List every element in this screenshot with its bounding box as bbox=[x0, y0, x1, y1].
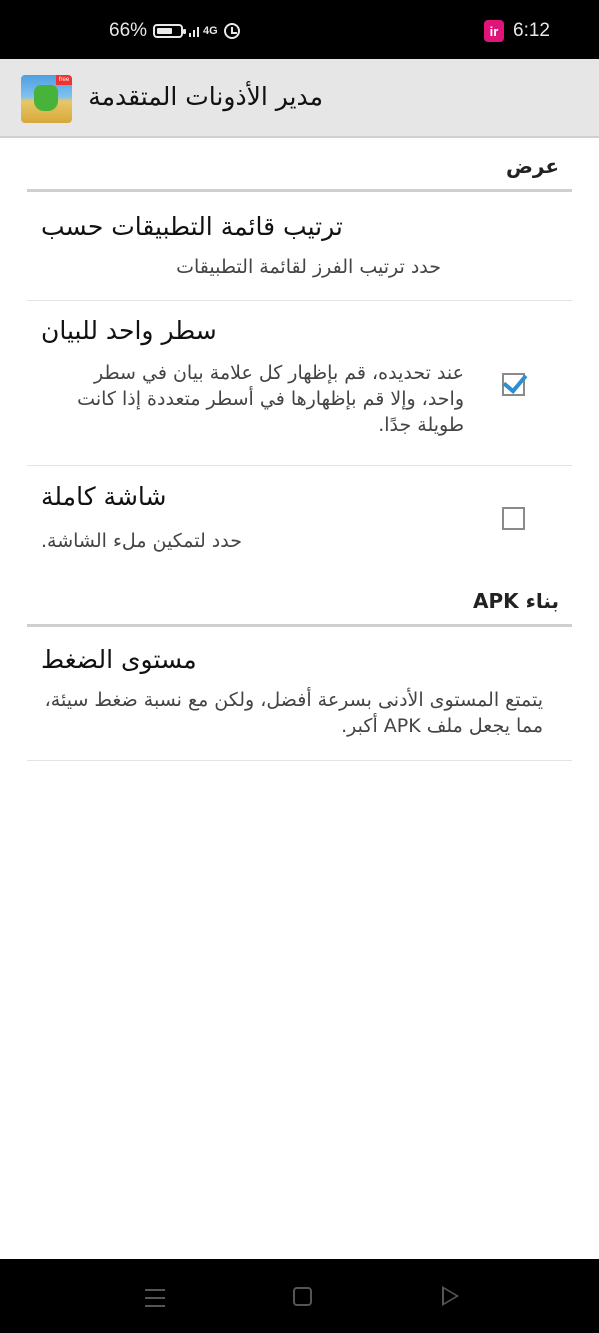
app-hand-icon[interactable]: free bbox=[21, 75, 72, 123]
signal-icon: 4G bbox=[189, 24, 218, 38]
pref-compression-level[interactable]: مستوى الضغط يتمتع المستوى الأدنى بسرعة أ… bbox=[27, 628, 572, 761]
status-bar: 66% 4G ir 6:12 bbox=[0, 0, 599, 59]
pref-summary: يتمتع المستوى الأدنى بسرعة أفضل، ولكن مع… bbox=[44, 689, 543, 737]
pref-single-line[interactable]: سطر واحد للبيان عند تحديده، قم بإظهار كل… bbox=[27, 301, 572, 466]
pref-summary: حدد ترتيب الفرز لقائمة التطبيقات bbox=[176, 256, 441, 278]
pref-summary: عند تحديده، قم بإظهار كل علامة بيان في س… bbox=[77, 362, 464, 436]
navigation-bar bbox=[0, 1259, 599, 1333]
single-line-checkbox[interactable] bbox=[502, 368, 528, 396]
alarm-icon bbox=[223, 23, 240, 39]
status-right: ir 6:12 bbox=[484, 18, 550, 44]
network-type: 4G bbox=[203, 24, 218, 37]
pref-fullscreen[interactable]: شاشة كاملة حدد لتمكين ملء الشاشة. bbox=[27, 466, 572, 567]
pref-title: سطر واحد للبيان bbox=[41, 316, 217, 345]
pref-title: مستوى الضغط bbox=[41, 645, 197, 674]
pref-title: ترتيب قائمة التطبيقات حسب bbox=[41, 212, 343, 241]
battery-icon bbox=[153, 24, 187, 38]
notification-ir-icon: ir bbox=[484, 20, 505, 42]
section-header-apk-build: بناء APK bbox=[27, 584, 572, 627]
app-title: مدير الأذونات المتقدمة bbox=[88, 82, 323, 111]
pref-title: شاشة كاملة bbox=[41, 482, 167, 511]
app-bar: free مدير الأذونات المتقدمة bbox=[0, 59, 599, 138]
wifi-icon bbox=[189, 27, 200, 37]
pref-summary: حدد لتمكين ملء الشاشة. bbox=[41, 530, 242, 552]
home-icon[interactable] bbox=[293, 1287, 312, 1306]
battery-percent: 66% bbox=[109, 20, 148, 41]
pref-sort-order[interactable]: ترتيب قائمة التطبيقات حسب حدد ترتيب الفر… bbox=[27, 193, 572, 301]
checkmark-icon bbox=[502, 368, 528, 394]
status-left: 66% 4G bbox=[109, 18, 240, 44]
back-icon[interactable] bbox=[442, 1286, 459, 1306]
section-header-display: عرض bbox=[27, 151, 572, 192]
clock: 6:12 bbox=[513, 20, 550, 41]
fullscreen-checkbox[interactable] bbox=[502, 507, 525, 530]
menu-icon[interactable] bbox=[145, 1289, 165, 1307]
free-badge: free bbox=[56, 75, 72, 85]
